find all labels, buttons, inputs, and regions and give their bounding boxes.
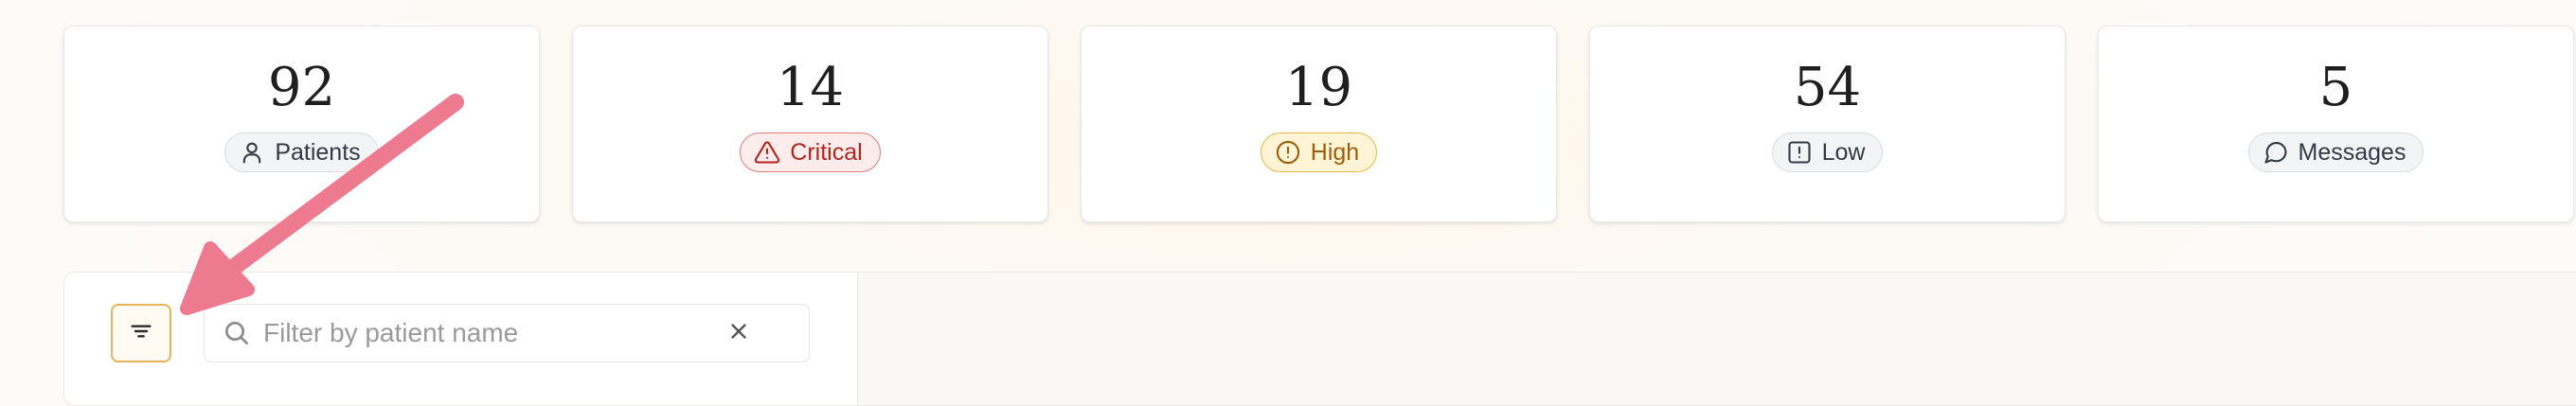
stat-value: 19: [1284, 57, 1353, 118]
stat-card-low[interactable]: 54 Low: [1589, 26, 2066, 222]
stat-value: 5: [2318, 57, 2353, 118]
stat-card-patients[interactable]: 92 Patients: [63, 26, 540, 222]
stat-value: 14: [776, 57, 845, 118]
stat-label: Patients: [275, 138, 361, 166]
stat-badge-high: High: [1260, 132, 1378, 172]
filter-toggle-button[interactable]: [111, 304, 171, 362]
stat-label: Critical: [790, 138, 863, 166]
alert-circle-icon: [1275, 139, 1301, 166]
patient-name-search-input[interactable]: [263, 318, 680, 348]
alert-square-icon: [1786, 139, 1813, 166]
clear-search-button[interactable]: [724, 318, 754, 348]
stat-card-messages[interactable]: 5 Messages: [2098, 26, 2574, 222]
stat-label: Messages: [2298, 138, 2406, 166]
stat-card-critical[interactable]: 14 Critical: [572, 26, 1048, 222]
stat-value: 92: [267, 57, 336, 118]
stat-card-high[interactable]: 19 High: [1081, 26, 1557, 222]
message-circle-icon: [2263, 139, 2289, 166]
preview-pane: [857, 273, 2576, 405]
stat-label: High: [1310, 138, 1360, 166]
stats-summary: 92 Patients 14 Critical 19 High 54 Low 5…: [63, 26, 2574, 222]
filter-lines-icon: [126, 316, 156, 351]
stat-badge-critical: Critical: [740, 132, 881, 172]
patient-filter-panel: [63, 272, 2576, 406]
user-icon: [239, 139, 265, 166]
patient-search-box: [204, 304, 810, 362]
stat-badge-messages: Messages: [2247, 132, 2424, 172]
stat-badge-low: Low: [1771, 132, 1884, 172]
stat-value: 54: [1793, 57, 1862, 118]
alert-triangle-icon: [754, 139, 780, 166]
stat-label: Low: [1821, 138, 1866, 166]
close-icon: [726, 319, 751, 348]
stat-badge-patients: Patients: [224, 132, 379, 172]
search-icon: [222, 318, 252, 348]
